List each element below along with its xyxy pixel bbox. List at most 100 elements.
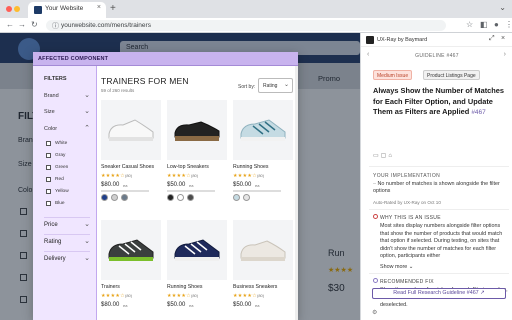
tab-list-chevron-icon[interactable]: ⌄ <box>499 3 506 12</box>
browser-tab[interactable]: Your Website × <box>28 2 106 18</box>
color-swatch[interactable] <box>111 194 118 201</box>
filter-option-label: Blue <box>55 201 65 206</box>
bookmark-star-icon[interactable]: ☆ <box>466 20 473 29</box>
extension-icon[interactable]: ◧ <box>480 20 488 29</box>
modal-scrollbar[interactable] <box>295 66 298 320</box>
product-image[interactable] <box>101 220 161 280</box>
product-name[interactable]: Trainers <box>101 284 120 290</box>
filter-group-brand[interactable]: Brand ⌄ <box>44 92 90 102</box>
review-count: (80) <box>191 293 199 298</box>
product-image[interactable] <box>233 100 293 160</box>
site-checkbox[interactable] <box>20 274 27 281</box>
filter-option-label: Green <box>55 165 69 170</box>
filter-group-rating[interactable]: Rating ⌄ <box>44 238 90 248</box>
sneaker-white-image <box>108 119 154 141</box>
panel-header: UX-Ray by Baymard ⤢ × <box>361 33 512 47</box>
guideline-number[interactable]: #467 <box>471 109 485 116</box>
color-swatch[interactable] <box>233 194 240 201</box>
site-checkbox[interactable] <box>20 252 27 259</box>
color-swatch[interactable] <box>101 194 108 201</box>
color-swatch[interactable] <box>121 194 128 201</box>
browser-tab-bar: Your Website × + ⌄ <box>0 0 512 18</box>
checkbox[interactable] <box>46 189 51 194</box>
forward-arrow-icon[interactable]: → <box>18 20 26 29</box>
product-card[interactable]: Sneaker Casual Shoes ★★★★☆ (80) $80.00 e… <box>101 100 161 210</box>
close-window-button[interactable] <box>6 6 12 12</box>
product-stars: ★★★★☆ <box>233 173 257 179</box>
chevron-down-icon: ⌄ <box>84 221 90 228</box>
site-checkbox[interactable] <box>20 230 27 237</box>
product-name[interactable]: Low-top Sneakers <box>167 164 209 170</box>
product-card[interactable]: Running Shoes ★★★★☆ (80) $50.00 ea <box>233 100 293 210</box>
checkbox[interactable] <box>46 153 51 158</box>
back-arrow-icon[interactable]: ← <box>6 20 14 29</box>
profile-icon[interactable]: ● <box>494 20 499 29</box>
filter-group-delivery[interactable]: Delivery ⌄ <box>44 255 90 265</box>
chevron-down-icon: ⌄ <box>84 108 90 115</box>
browser-menu-icon[interactable]: ⋮ <box>505 20 512 29</box>
checkbox[interactable] <box>46 141 51 146</box>
results-area: TRAINERS FOR MEN 59 of 260 results Sort … <box>97 66 298 320</box>
product-card[interactable]: Low-top Sneakers ★★★★☆ (80) $50.00 ea <box>167 100 227 210</box>
show-more-link[interactable]: Show more ⌄ <box>380 264 413 270</box>
read-guideline-button[interactable]: Read Full Research Guideline #467 ↗ <box>372 288 506 299</box>
product-name[interactable]: Running Shoes <box>233 164 268 170</box>
filter-group-label: Size <box>44 109 55 115</box>
recommended-fix-heading[interactable]: RECOMMENDED FIX <box>373 278 434 285</box>
sort-label: Sort by: <box>238 84 256 90</box>
sneaker-navy-image <box>174 239 220 261</box>
bookmark-icon[interactable]: ⌂ <box>388 153 394 159</box>
implementation-text: – No number of matches is shown alongsid… <box>373 181 505 195</box>
divider <box>167 190 215 192</box>
product-image[interactable] <box>233 220 293 280</box>
new-tab-button[interactable]: + <box>110 3 116 14</box>
color-swatch[interactable] <box>187 194 194 201</box>
product-image[interactable] <box>167 220 227 280</box>
dash-icon: – <box>373 181 376 187</box>
review-count: (80) <box>191 173 199 178</box>
color-swatch[interactable] <box>177 194 184 201</box>
color-swatch[interactable] <box>167 194 174 201</box>
price-unit: ea <box>255 183 260 188</box>
checkbox[interactable] <box>46 177 51 182</box>
results-count: 59 of 260 results <box>101 88 135 93</box>
product-name[interactable]: Business Sneakers <box>233 284 277 290</box>
panel-toolbar: ▭▢⌂ <box>373 152 394 159</box>
site-checkbox[interactable] <box>20 296 27 303</box>
info-icon[interactable]: ⓘ <box>52 21 59 31</box>
price-unit: ea <box>189 183 194 188</box>
product-card[interactable]: Trainers ★★★★☆ (80) $80.00 ea <box>101 220 161 320</box>
product-name[interactable]: Running Shoes <box>167 284 202 290</box>
review-count: (80) <box>125 293 133 298</box>
color-swatch[interactable] <box>243 194 250 201</box>
comment-icon[interactable]: ▭ <box>373 153 381 159</box>
checkbox[interactable] <box>46 201 51 206</box>
why-issue-text: Most sites display numbers alongside fil… <box>380 223 503 260</box>
site-checkbox[interactable] <box>20 208 27 215</box>
check-circle-icon <box>373 278 378 283</box>
next-guideline-icon[interactable]: › <box>504 51 506 58</box>
reload-icon[interactable]: ↻ <box>31 20 38 29</box>
tab-title: Your Website <box>45 5 84 12</box>
pin-icon[interactable]: ⤢ <box>489 35 495 43</box>
sneaker-beige-image <box>240 240 286 261</box>
site-search-placeholder: Search <box>126 44 149 51</box>
filter-group-price[interactable]: Price ⌄ <box>44 221 90 231</box>
product-image[interactable] <box>101 100 161 160</box>
url-field[interactable]: ⓘ yourwebsite.com/mens/trainers <box>46 20 446 31</box>
product-image[interactable] <box>167 100 227 160</box>
filter-group-size[interactable]: Size ⌄ <box>44 108 90 118</box>
settings-icon[interactable]: ⚙ <box>372 309 377 316</box>
product-card[interactable]: Running Shoes ★★★★☆ (80) $50.00 ea <box>167 220 227 320</box>
checkbox[interactable] <box>46 165 51 170</box>
why-issue-heading[interactable]: WHY THIS IS AN ISSUE <box>373 214 441 221</box>
minimize-window-button[interactable] <box>14 6 20 12</box>
filter-group-color[interactable]: Color ⌃ <box>44 125 90 135</box>
tab-close-icon[interactable]: × <box>97 4 101 11</box>
close-icon[interactable]: × <box>501 35 505 42</box>
product-name[interactable]: Sneaker Casual Shoes <box>101 164 154 170</box>
price-unit: ea <box>255 303 260 308</box>
sort-select[interactable]: Rating ⌄ <box>258 78 293 93</box>
site-promo-link[interactable]: Promo <box>318 74 340 83</box>
product-card[interactable]: Business Sneakers ★★★★☆ (80) $50.00 ea <box>233 220 293 320</box>
